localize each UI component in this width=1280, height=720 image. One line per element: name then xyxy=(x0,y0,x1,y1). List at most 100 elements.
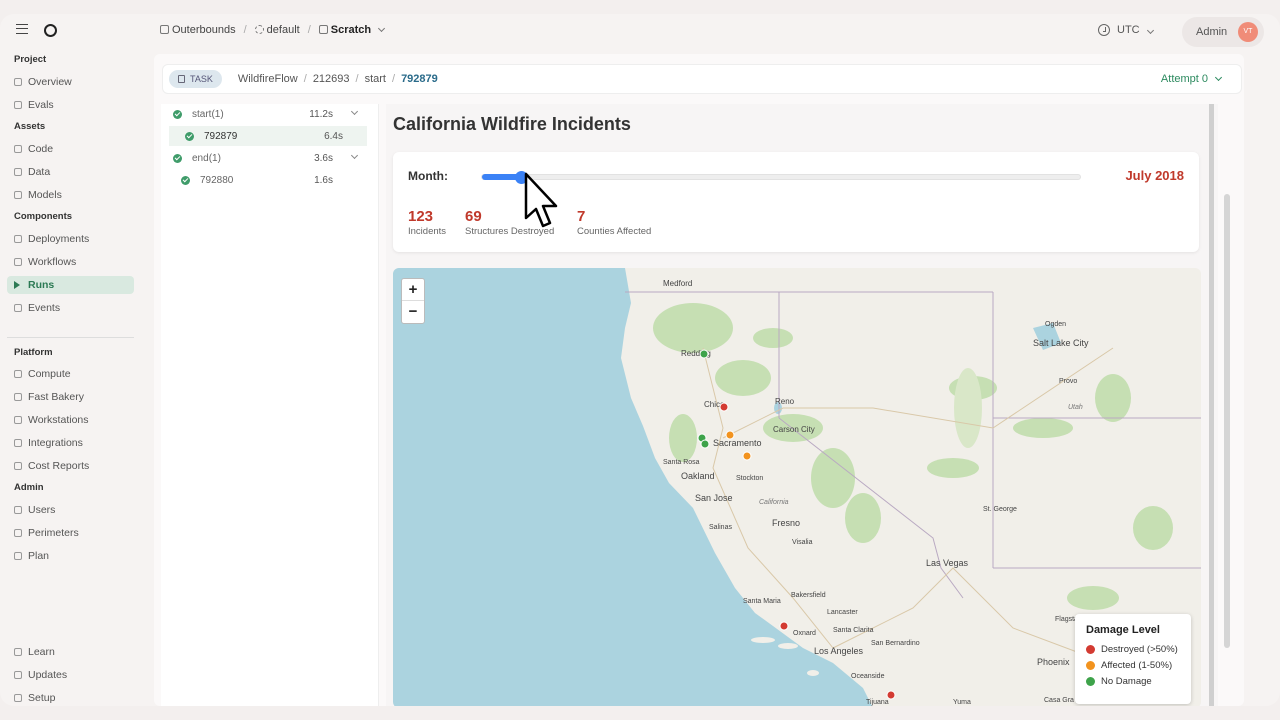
perimeters-icon xyxy=(14,529,22,537)
perimeter-crumb[interactable]: default xyxy=(254,24,300,36)
scrollbar-thumb[interactable] xyxy=(1224,194,1230,648)
crumb-flow[interactable]: WildfireFlow xyxy=(238,73,298,85)
sidebar-item-compute[interactable]: Compute xyxy=(7,365,134,383)
map-label: Bakersfield xyxy=(791,592,826,599)
sidebar-item-overview[interactable]: Overview xyxy=(7,73,134,91)
incident-marker-affected[interactable] xyxy=(742,451,752,461)
map-label: Ogden xyxy=(1045,321,1066,328)
chevron-down-icon[interactable] xyxy=(350,107,359,116)
cost-reports-icon xyxy=(14,462,22,470)
step-row-end[interactable]: end (1) 3.6s xyxy=(173,148,363,168)
sidebar-item-fast-bakery[interactable]: Fast Bakery xyxy=(7,388,134,406)
users-icon xyxy=(14,506,22,514)
sidebar-item-setup[interactable]: Setup xyxy=(7,689,134,706)
timezone-selector[interactable]: UTC xyxy=(1098,24,1154,36)
workstation-icon xyxy=(14,416,22,424)
map-legend: Damage Level Destroyed (>50%) Affected (… xyxy=(1075,614,1191,704)
chevron-down-icon xyxy=(378,24,386,33)
project-crumb[interactable]: Scratch xyxy=(318,24,386,36)
zoom-out-button[interactable]: − xyxy=(402,301,424,323)
map-label: Carson City xyxy=(773,425,815,434)
map-label: San Jose xyxy=(695,493,733,503)
bakery-icon xyxy=(14,393,22,401)
task-breadcrumb: WildfireFlow / 212693 / start / 792879 xyxy=(238,73,438,85)
breadcrumb-separator: / xyxy=(392,73,396,85)
success-icon xyxy=(173,109,182,119)
success-icon xyxy=(185,131,194,141)
sidebar-item-plan[interactable]: Plan xyxy=(7,547,134,565)
map-label: Oceanside xyxy=(851,673,885,680)
sidebar: Project Overview Evals Assets Code Data … xyxy=(0,50,140,706)
crumb-run[interactable]: 212693 xyxy=(313,73,350,85)
sidebar-item-deployments[interactable]: Deployments xyxy=(7,230,134,248)
sidebar-item-events[interactable]: Events xyxy=(7,299,134,317)
sidebar-item-workstations[interactable]: Workstations xyxy=(7,411,134,429)
workspace-crumb[interactable]: Outerbounds xyxy=(160,24,236,36)
breadcrumb-separator: / xyxy=(303,73,307,85)
menu-icon[interactable] xyxy=(16,24,28,34)
section-components: Components xyxy=(14,211,73,222)
month-value: July 2018 xyxy=(1125,168,1184,183)
top-bar: Outerbounds / default / Scratch UTC Admi… xyxy=(0,14,1280,50)
sidebar-item-learn[interactable]: Learn xyxy=(7,643,134,661)
legend-item-affected: Affected (1-50%) xyxy=(1086,660,1180,671)
success-icon xyxy=(173,153,182,163)
map-label: Santa Clarita xyxy=(833,627,874,634)
map-label: Reno xyxy=(775,397,795,406)
task-row-792880[interactable]: 792880 1.6s xyxy=(173,170,363,190)
sidebar-item-runs[interactable]: Runs xyxy=(7,276,134,294)
sidebar-divider xyxy=(7,337,134,338)
map-label: Salt Lake City xyxy=(1033,338,1089,348)
map-label: Los Angeles xyxy=(814,646,864,656)
dashboard-scrollbar[interactable] xyxy=(1209,104,1214,706)
attempt-selector[interactable]: Attempt 0 xyxy=(1161,73,1223,85)
step-tree: start (1) 11.2s 792879 6.4s end (1) 3.6s 7… xyxy=(161,104,379,706)
sidebar-item-integrations[interactable]: Integrations xyxy=(7,434,134,452)
perimeter-icon xyxy=(254,25,264,34)
learn-icon xyxy=(14,648,22,656)
section-assets: Assets xyxy=(14,121,46,132)
task-row-792879[interactable]: 792879 6.4s xyxy=(169,126,367,146)
evals-icon xyxy=(14,101,22,109)
task-header: TASK WildfireFlow / 212693 / start / 792… xyxy=(162,64,1242,94)
stat-counties-affected: 7 Counties Affected xyxy=(577,208,652,237)
user-menu[interactable]: Admin VT xyxy=(1182,17,1264,47)
sidebar-item-models[interactable]: Models xyxy=(7,186,134,204)
incident-marker-no-damage[interactable] xyxy=(699,349,709,359)
breadcrumb-separator: / xyxy=(243,24,247,36)
map-label: Medford xyxy=(663,279,692,288)
incident-marker-affected[interactable] xyxy=(725,430,735,440)
incident-marker-destroyed[interactable] xyxy=(719,402,729,412)
sidebar-item-cost-reports[interactable]: Cost Reports xyxy=(7,457,134,475)
success-icon xyxy=(181,175,190,185)
map-label: Santa Rosa xyxy=(663,459,700,466)
sidebar-item-evals[interactable]: Evals xyxy=(7,96,134,114)
crumb-step[interactable]: start xyxy=(365,73,386,85)
legend-swatch xyxy=(1086,661,1095,670)
zoom-in-button[interactable]: + xyxy=(402,279,424,301)
outerbounds-logo-icon[interactable] xyxy=(44,24,57,37)
chevron-down-icon xyxy=(1214,73,1223,82)
breadcrumb-separator: / xyxy=(307,24,311,36)
sidebar-item-perimeters[interactable]: Perimeters xyxy=(7,524,134,542)
sidebar-item-users[interactable]: Users xyxy=(7,501,134,519)
month-slider[interactable] xyxy=(481,171,1081,184)
incident-marker-no-damage[interactable] xyxy=(700,439,710,449)
chevron-down-icon[interactable] xyxy=(350,151,359,160)
legend-swatch xyxy=(1086,677,1095,686)
gear-icon xyxy=(14,694,22,702)
sidebar-item-data[interactable]: Data xyxy=(7,163,134,181)
sidebar-item-updates[interactable]: Updates xyxy=(7,666,134,684)
map-label: Tijuana xyxy=(866,699,889,706)
incident-marker-destroyed[interactable] xyxy=(779,621,789,631)
avatar: VT xyxy=(1238,22,1258,42)
sidebar-item-code[interactable]: Code xyxy=(7,140,134,158)
step-row-start[interactable]: start (1) 11.2s xyxy=(173,104,363,124)
page-title: California Wildfire Incidents xyxy=(393,114,631,134)
sidebar-item-workflows[interactable]: Workflows xyxy=(7,253,134,271)
content-scrollbar[interactable] xyxy=(1224,104,1230,706)
wildfire-map[interactable]: Medford Redding Chico Reno Carson City S… xyxy=(393,268,1201,706)
workspace-breadcrumb: Outerbounds / default / Scratch xyxy=(160,24,386,36)
map-label: Utah xyxy=(1068,404,1083,411)
incident-marker-destroyed[interactable] xyxy=(886,690,896,700)
